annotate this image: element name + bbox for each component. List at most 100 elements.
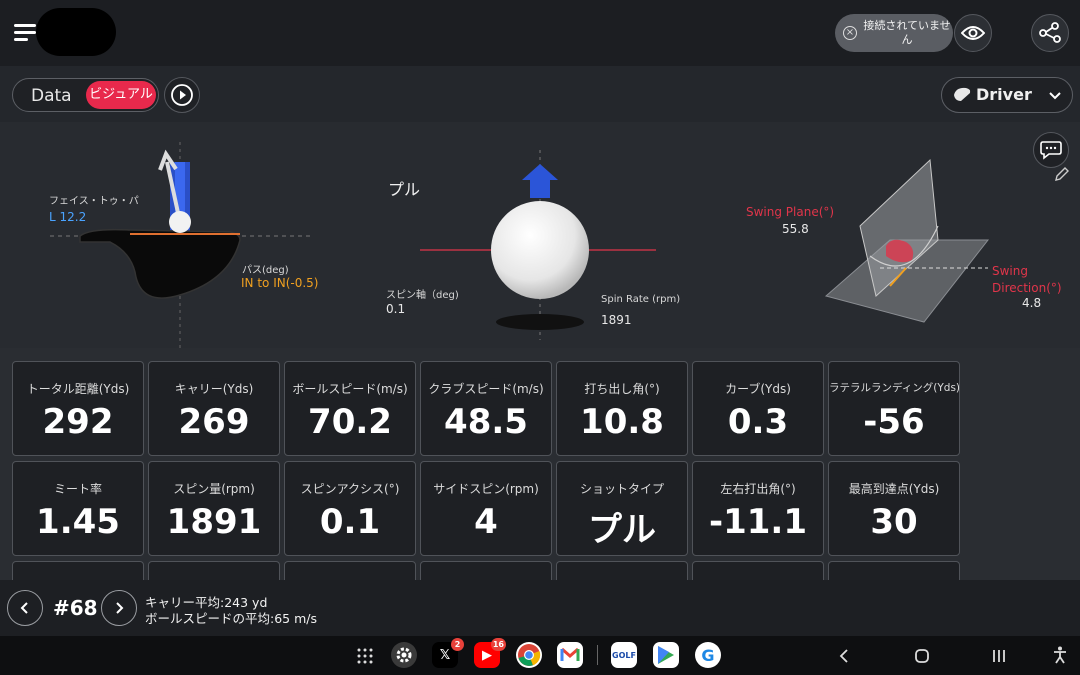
metric-label: キャリー(Yds): [174, 382, 254, 396]
swing-direction-value: 4.8: [1022, 296, 1042, 310]
metric-card[interactable]: カーブ(Yds) 0.3: [692, 361, 824, 456]
path-value: IN to IN(-0.5): [241, 276, 319, 290]
metric-card[interactable]: スピン量(rpm) 1891: [148, 461, 280, 556]
swing-plane-diagram: [824, 158, 990, 323]
metric-card[interactable]: クラブスピード(m/s) 48.5: [420, 361, 552, 456]
play-icon: [171, 84, 193, 106]
metric-label: ミート率: [53, 482, 102, 496]
eye-button[interactable]: [954, 14, 992, 52]
metric-label: トータル距離(Yds): [26, 382, 130, 396]
metric-card[interactable]: 左右打出角(°) -11.1: [692, 461, 824, 556]
metrics-grid: トータル距離(Yds) 292 キャリー(Yds) 269 ボールスピード(m/s)…: [0, 348, 1080, 580]
connection-status-text: 接続されていません: [863, 19, 951, 46]
metric-card[interactable]: ミート率 1.45: [12, 461, 144, 556]
metric-value: 48.5: [444, 402, 528, 442]
swing-direction-label-2: Direction(°): [992, 281, 1062, 295]
metric-value: 0.3: [727, 402, 789, 442]
chevron-down-icon: [1049, 92, 1061, 100]
previous-shot-button[interactable]: [7, 590, 43, 626]
metric-card-partial[interactable]: [828, 561, 960, 580]
metric-value: -56: [863, 402, 925, 442]
spin-axis-value: 0.1: [386, 302, 406, 316]
metric-label: 打ち出し角(°): [584, 382, 660, 396]
metric-label: スピン量(rpm): [173, 482, 255, 496]
tab-visual[interactable]: ビジュアル: [86, 81, 156, 109]
metric-card-partial[interactable]: [692, 561, 824, 580]
spin-rate-value: 1891: [601, 313, 632, 327]
metric-card[interactable]: サイドスピン(rpm) 4: [420, 461, 552, 556]
face-to-path-value: L 12.2: [49, 210, 87, 224]
home-nav-icon[interactable]: [914, 648, 930, 664]
menu-icon[interactable]: [14, 24, 38, 42]
metric-card[interactable]: スピンアクシス(°) 0.1: [284, 461, 416, 556]
chrome-app-icon[interactable]: [516, 642, 542, 668]
back-nav-icon[interactable]: [838, 648, 850, 664]
metric-card[interactable]: ラテラルランディング(Yds) -56: [828, 361, 960, 456]
metric-label: カーブ(Yds): [725, 382, 791, 396]
swing-plane-value: 55.8: [782, 222, 809, 236]
play-store-app-icon[interactable]: [653, 642, 679, 668]
disconnected-icon: ×: [843, 26, 857, 40]
youtube-app-icon[interactable]: ▶ 16: [474, 638, 506, 668]
next-shot-button[interactable]: [101, 590, 137, 626]
metric-card-partial[interactable]: [556, 561, 688, 580]
chevron-right-icon: [116, 602, 124, 614]
metric-label: ボールスピード(m/s): [292, 382, 408, 396]
metric-value: 70.2: [308, 402, 392, 442]
metric-card-partial[interactable]: [148, 561, 280, 580]
sub-toolbar: [0, 66, 1080, 122]
chat-button[interactable]: [1033, 132, 1069, 168]
metric-label: 最高到達点(Yds): [848, 482, 940, 496]
metric-value: プル: [588, 510, 656, 550]
connection-status-pill[interactable]: × 接続されていません: [835, 14, 953, 52]
metric-value: 1891: [166, 502, 262, 542]
metric-value: 30: [870, 502, 918, 542]
share-icon: [1039, 22, 1061, 43]
metric-card[interactable]: 最高到達点(Yds) 30: [828, 461, 960, 556]
metric-card[interactable]: ショットタイプ プル: [556, 461, 688, 556]
shot-number: #68: [53, 596, 98, 620]
play-button[interactable]: [164, 77, 200, 113]
share-button[interactable]: [1031, 14, 1069, 52]
metric-card-partial[interactable]: [12, 561, 144, 580]
club-name: Driver: [976, 85, 1032, 104]
golf-app-icon[interactable]: GOLF: [611, 642, 637, 668]
metric-value: 4: [474, 502, 498, 542]
driver-club-icon: [954, 87, 971, 101]
metric-value: -11.1: [709, 502, 807, 542]
visual-panel: フェイス・トゥ・パ L 12.2 パス(deg) IN to IN(-0.5) …: [0, 122, 1080, 348]
view-toggle: Data ビジュアル: [12, 78, 159, 112]
metric-label: クラブスピード(m/s): [428, 382, 544, 396]
recents-nav-icon[interactable]: [991, 649, 1007, 663]
spin-rate-label: Spin Rate (rpm): [601, 294, 681, 305]
eye-icon: [961, 26, 985, 40]
metric-card-partial[interactable]: [420, 561, 552, 580]
settings-app-icon[interactable]: [391, 642, 417, 668]
metric-value: 292: [42, 402, 114, 442]
metric-label: ラテラルランディング(Yds): [829, 382, 961, 394]
g-app-icon[interactable]: G: [695, 642, 721, 668]
metric-card-partial[interactable]: [284, 561, 416, 580]
spin-axis-label: スピン軸（deg): [386, 290, 459, 301]
tab-data[interactable]: Data: [31, 86, 72, 106]
accessibility-icon[interactable]: [1052, 646, 1068, 664]
metric-card[interactable]: キャリー(Yds) 269: [148, 361, 280, 456]
club-face-diagram: [50, 142, 310, 348]
metric-card[interactable]: トータル距離(Yds) 292: [12, 361, 144, 456]
metric-value: 10.8: [580, 402, 664, 442]
metric-card[interactable]: 打ち出し角(°) 10.8: [556, 361, 688, 456]
swing-direction-label-1: Swing: [992, 264, 1028, 278]
path-label: パス(deg): [242, 265, 289, 276]
chevron-left-icon: [20, 602, 28, 614]
pencil-icon[interactable]: [1054, 166, 1070, 182]
club-selector[interactable]: Driver: [941, 77, 1073, 113]
metric-label: サイドスピン(rpm): [433, 482, 539, 496]
metric-value: 0.1: [319, 502, 381, 542]
metric-value: 269: [178, 402, 250, 442]
metric-value: 1.45: [36, 502, 120, 542]
metric-label: 左右打出角(°): [720, 482, 796, 496]
x-app-icon[interactable]: 𝕏2: [432, 638, 464, 668]
gmail-app-icon[interactable]: [557, 642, 583, 668]
app-drawer-icon[interactable]: [357, 648, 373, 664]
metric-card[interactable]: ボールスピード(m/s) 70.2: [284, 361, 416, 456]
